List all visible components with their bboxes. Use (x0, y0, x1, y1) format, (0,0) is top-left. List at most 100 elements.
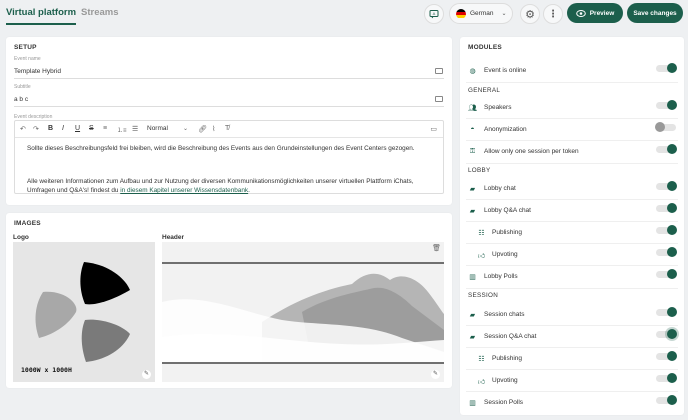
logo-image: 1000W x 1000H (21, 262, 130, 374)
save-changes-label: Save changes (633, 9, 677, 17)
knowledge-base-link[interactable]: in diesem Kapitel unserer Wissensdatenba… (120, 187, 248, 194)
images-title: IMAGES (14, 220, 41, 227)
divider (466, 82, 678, 83)
qa-chat-icon: ▰ (469, 208, 476, 215)
module-label: Session Polls (484, 399, 524, 406)
event-name-underline (14, 78, 444, 79)
section-session: SESSION (468, 292, 499, 299)
logo-label: Logo (13, 234, 29, 241)
module-label: Event is online (484, 67, 527, 74)
divider (466, 325, 678, 326)
underline-icon[interactable]: U (75, 125, 80, 132)
speakers-toggle[interactable] (656, 100, 677, 110)
module-session-chats: ▰ Session chats (460, 305, 686, 325)
session-polls-toggle[interactable] (656, 395, 677, 405)
module-label: Lobby chat (484, 185, 516, 192)
module-lobby-chat: ▰ Lobby chat (460, 179, 686, 199)
event-name-input[interactable]: Template Hybrid (14, 68, 61, 75)
divider (466, 288, 678, 289)
save-changes-button[interactable]: Save changes (627, 3, 683, 23)
divider (466, 199, 678, 200)
translate-field-icon[interactable] (435, 68, 443, 74)
module-lobby-upvoting: 👍︎ Upvoting (460, 245, 686, 265)
format-select[interactable]: Normal (147, 125, 168, 132)
session-qa-toggle[interactable] (656, 329, 677, 339)
numbered-list-icon[interactable]: ⒈≡ (117, 125, 127, 134)
lobby-upvoting-toggle[interactable] (656, 247, 677, 257)
event-online-toggle[interactable] (656, 63, 677, 73)
module-label: Upvoting (492, 377, 518, 384)
translate-icon: A (429, 10, 439, 19)
one-session-toggle[interactable] (656, 144, 677, 154)
undo-icon[interactable]: ↶ (20, 125, 26, 133)
edit-pencil-icon[interactable]: ✎ (142, 370, 151, 379)
section-general: GENERAL (468, 87, 501, 94)
session-publishing-toggle[interactable] (656, 351, 677, 361)
anonymization-toggle[interactable] (655, 122, 676, 132)
publish-icon: ☷ (478, 230, 485, 237)
translate-field-icon[interactable] (435, 96, 443, 102)
lobby-polls-toggle[interactable] (656, 269, 677, 279)
module-anonymization: ◓ Anonymization (460, 120, 686, 140)
module-event-online: ◍ Event is online (460, 61, 686, 81)
divider (466, 140, 678, 141)
top-bar: Virtual platform Streams A German ⌄ ⚙ ⋮ … (0, 0, 688, 28)
lobby-qa-toggle[interactable] (656, 203, 677, 213)
module-session-qa: ▰ Session Q&A chat (460, 327, 686, 347)
module-label: Lobby Polls (484, 273, 518, 280)
event-name-label: Event name (14, 56, 41, 62)
divider (466, 369, 678, 370)
poll-icon: ▥ (469, 400, 476, 407)
module-session-upvoting: 👍︎ Upvoting (460, 371, 686, 391)
setup-title: SETUP (14, 44, 37, 51)
gear-icon: ⚙ (525, 8, 535, 21)
strikethrough-icon[interactable]: S (89, 125, 94, 132)
language-select[interactable]: German ⌄ (449, 3, 513, 24)
bold-icon[interactable]: B (48, 125, 53, 132)
logo-upload[interactable]: 1000W x 1000H ✎ (13, 242, 155, 382)
lobby-chat-toggle[interactable] (656, 181, 677, 191)
preview-button[interactable]: Preview (567, 3, 623, 23)
description-paragraph-1: Sollte dieses Beschreibungsfeld frei ble… (27, 145, 415, 152)
german-flag-icon (456, 8, 466, 19)
description-paragraph-2-line-2: Umfragen und Q&A's! findest du in diesem… (27, 186, 250, 196)
attachment-icon[interactable]: ⌇ (212, 125, 215, 133)
subtitle-input[interactable]: a b c (14, 96, 28, 103)
tab-virtual-platform[interactable]: Virtual platform (6, 7, 77, 25)
svg-text:A: A (433, 11, 436, 16)
session-chats-toggle[interactable] (656, 307, 677, 317)
tab-streams[interactable]: Streams (81, 7, 119, 18)
module-label: Session Q&A chat (484, 333, 537, 340)
module-label: Session chats (484, 311, 525, 318)
edit-pencil-icon[interactable]: ✎ (431, 370, 440, 379)
module-label: Upvoting (492, 251, 518, 258)
divider (466, 163, 678, 164)
settings-button[interactable]: ⚙ (520, 4, 540, 24)
translate-field-icon[interactable]: ▭ (430, 125, 437, 133)
module-label: Lobby Q&A chat (484, 207, 531, 214)
header-upload[interactable]: 🗑︎ ✎ (162, 242, 444, 382)
redo-icon[interactable]: ↷ (33, 125, 39, 133)
clear-format-icon[interactable]: T̸ (225, 125, 229, 132)
lobby-publishing-toggle[interactable] (656, 225, 677, 235)
more-vertical-icon: ⋮ (548, 8, 558, 20)
link-icon[interactable]: 🔗︎ (198, 125, 207, 133)
description-editor[interactable]: ↶ ↷ B I U S ≡ ⒈≡ ☰ Normal ⌄ 🔗︎ ⌇ T̸ ▭ So… (14, 120, 444, 194)
module-label: Allow only one session per token (484, 148, 579, 155)
subtitle-underline (14, 106, 444, 107)
chat-icon: ▰ (469, 312, 476, 319)
module-label: Publishing (492, 229, 522, 236)
align-icon[interactable]: ≡ (103, 125, 107, 132)
italic-icon[interactable]: I (62, 125, 64, 132)
bullet-list-icon[interactable]: ☰ (132, 125, 138, 133)
session-upvoting-toggle[interactable] (656, 373, 677, 383)
more-options-button[interactable]: ⋮ (543, 4, 563, 24)
chevron-down-icon[interactable]: ⌄ (183, 125, 188, 132)
header-image (162, 242, 444, 382)
trash-icon[interactable]: 🗑︎ (432, 244, 441, 252)
translate-button[interactable]: A (424, 4, 444, 24)
logo-size-text: 1000W x 1000H (21, 366, 72, 374)
qa-chat-icon: ▰ (469, 334, 476, 341)
divider (466, 265, 678, 266)
module-session-publishing: ☷ Publishing (460, 349, 686, 369)
